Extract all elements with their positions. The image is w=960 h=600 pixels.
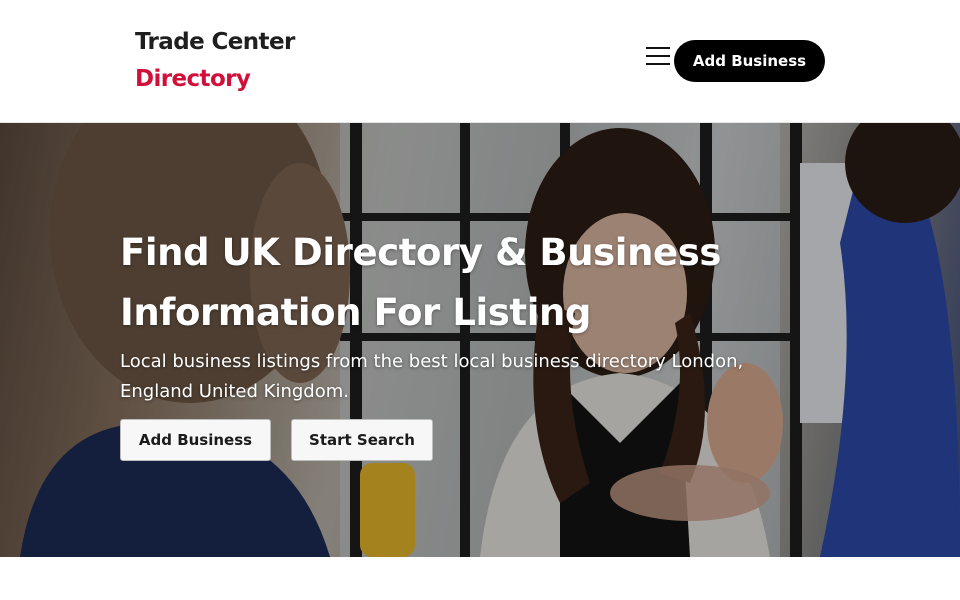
- hero-title-line: Information For Listing: [120, 291, 592, 334]
- site-logo[interactable]: Trade Center Directory: [135, 26, 295, 95]
- hero-section: Find UK Directory & Business Information…: [0, 123, 960, 557]
- hero-title-line: Find UK Directory & Business: [120, 231, 721, 274]
- hamburger-menu-icon[interactable]: [644, 44, 672, 68]
- hero-subtitle: Local business listings from the best lo…: [120, 351, 744, 402]
- header-add-business-button[interactable]: Add Business: [674, 40, 825, 82]
- menu-bar: [646, 55, 670, 57]
- logo-title: Trade Center: [135, 29, 295, 55]
- menu-bar: [646, 47, 670, 49]
- hero-title: Find UK Directory & Business Information…: [120, 223, 840, 343]
- menu-bar: [646, 63, 670, 65]
- add-business-button[interactable]: Add Business: [120, 419, 271, 461]
- hero-content: Find UK Directory & Business Information…: [120, 223, 840, 407]
- start-search-button[interactable]: Start Search: [291, 419, 433, 461]
- logo-subtitle: Directory: [135, 66, 251, 92]
- site-header: Trade Center Directory Add Business: [0, 0, 960, 123]
